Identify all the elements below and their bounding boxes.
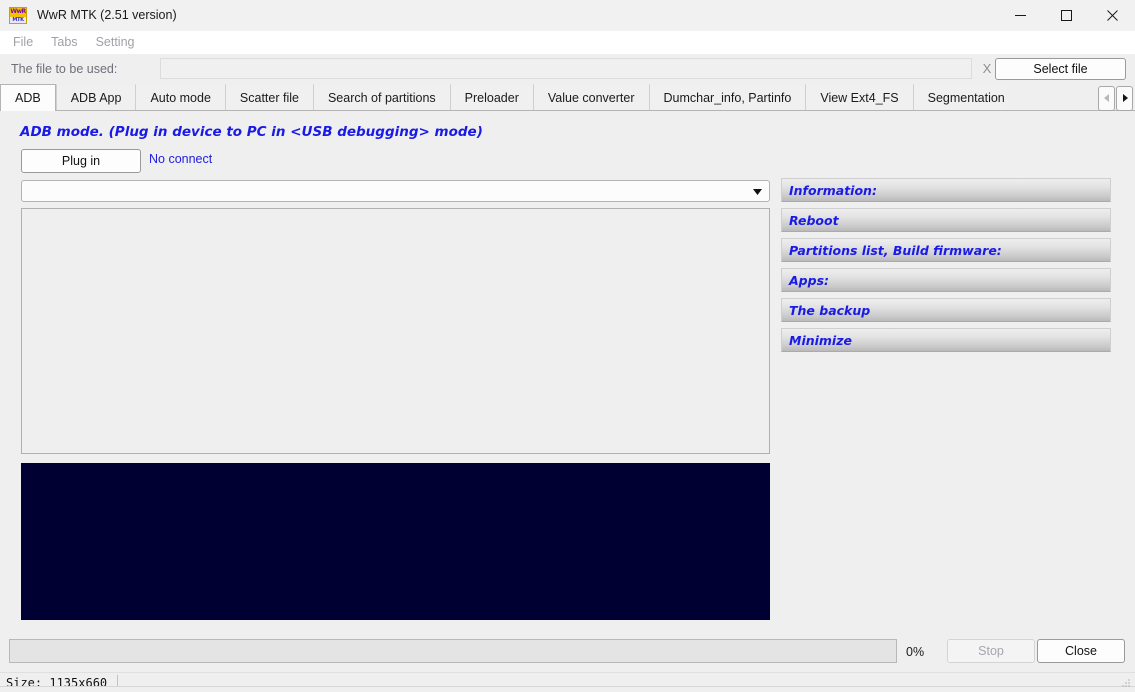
app-logo-icon: WwR MTK [9, 7, 27, 24]
menu-item-file[interactable]: File [4, 31, 42, 54]
side-button-information[interactable]: Information: [781, 178, 1111, 202]
progress-percent-label: 0% [906, 645, 924, 659]
tab-adb-app[interactable]: ADB App [56, 84, 136, 110]
close-icon[interactable] [1089, 0, 1135, 31]
tab-scroll-left-icon[interactable] [1098, 86, 1115, 111]
chevron-down-icon [753, 182, 762, 200]
file-row-label: The file to be used: [11, 59, 117, 79]
menu-item-setting[interactable]: Setting [87, 31, 144, 54]
select-file-button[interactable]: Select file [995, 58, 1126, 80]
side-button-partitions-list-label: Partitions list, Build firmware: [782, 243, 1002, 258]
tab-preloader[interactable]: Preloader [450, 84, 533, 110]
adb-mode-instruction: ADB mode. (Plug in device to PC in <USB … [20, 124, 483, 140]
tab-segmentation[interactable]: Segmentation [913, 84, 1005, 110]
minimize-icon[interactable] [997, 0, 1043, 31]
side-button-the-backup[interactable]: The backup [781, 298, 1111, 322]
side-button-partitions-list-build-firmware[interactable]: Partitions list, Build firmware: [781, 238, 1111, 262]
tab-value-converter[interactable]: Value converter [533, 84, 649, 110]
side-action-buttons: Information: Reboot Partitions list, Bui… [781, 178, 1111, 358]
device-select-combobox[interactable] [21, 180, 770, 202]
side-button-minimize[interactable]: Minimize [781, 328, 1111, 352]
tab-bar: ADB ADB App Auto mode Scatter file Searc… [0, 85, 1135, 111]
clipped-bottom-strip [0, 686, 1135, 692]
tab-view-ext4-fs[interactable]: View Ext4_FS [805, 84, 912, 110]
side-button-apps[interactable]: Apps: [781, 268, 1111, 292]
menu-item-tabs[interactable]: Tabs [42, 31, 86, 54]
close-button[interactable]: Close [1037, 639, 1125, 663]
file-path-input[interactable] [160, 58, 972, 79]
tab-scroll-right-icon[interactable] [1116, 86, 1133, 111]
window-controls [997, 0, 1135, 31]
menu-bar: File Tabs Setting [0, 31, 1135, 54]
tab-content-adb: ADB mode. (Plug in device to PC in <USB … [0, 111, 1135, 634]
maximize-icon[interactable] [1043, 0, 1089, 31]
clear-file-button[interactable]: X [977, 58, 997, 79]
stop-button[interactable]: Stop [947, 639, 1035, 663]
plug-in-button[interactable]: Plug in [21, 149, 141, 173]
tab-dumchar-info-partinfo[interactable]: Dumchar_info, Partinfo [649, 84, 806, 110]
side-button-information-label: Information: [782, 183, 877, 198]
tab-adb[interactable]: ADB [0, 84, 56, 111]
tab-scroll-controls [1097, 85, 1133, 111]
side-button-apps-label: Apps: [782, 273, 829, 288]
tab-scatter-file[interactable]: Scatter file [225, 84, 313, 110]
window-title: WwR MTK (2.51 version) [37, 8, 177, 22]
side-button-the-backup-label: The backup [782, 303, 870, 318]
progress-bar [9, 639, 897, 663]
application-window: WwR MTK WwR MTK (2.51 version) File Tabs… [0, 0, 1135, 692]
resize-grip-icon[interactable] [1120, 676, 1132, 688]
app-logo-bottom-text: MTK [10, 17, 26, 23]
side-button-reboot[interactable]: Reboot [781, 208, 1111, 232]
side-button-minimize-label: Minimize [782, 333, 852, 348]
side-button-reboot-label: Reboot [782, 213, 839, 228]
output-list-panel[interactable] [21, 208, 770, 454]
tab-auto-mode[interactable]: Auto mode [135, 84, 224, 110]
console-output-panel[interactable] [21, 463, 770, 620]
tab-search-of-partitions[interactable]: Search of partitions [313, 84, 450, 110]
connection-status-label: No connect [149, 152, 212, 166]
title-bar: WwR MTK WwR MTK (2.51 version) [0, 0, 1135, 31]
app-logo-top-text: WwR [10, 8, 26, 17]
